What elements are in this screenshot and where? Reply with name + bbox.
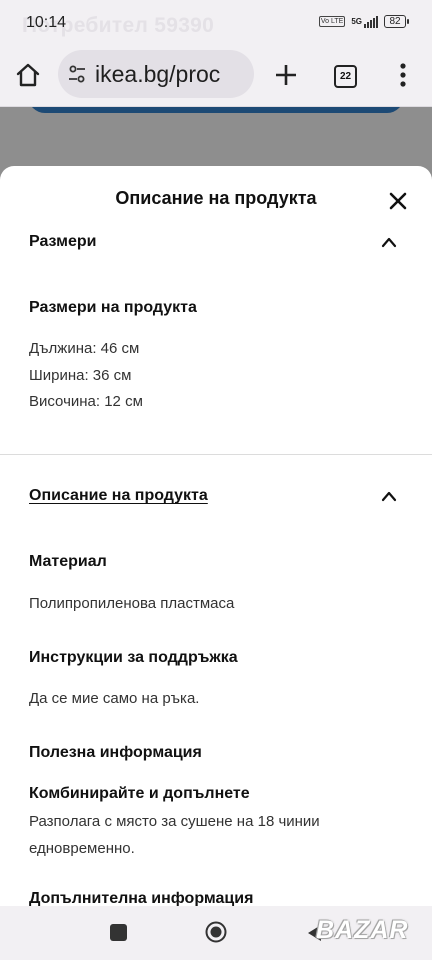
volte-icon: Vo LTE — [318, 16, 346, 27]
network-type: 5G — [351, 17, 362, 26]
status-icons: Vo LTE 5G 82 — [318, 15, 409, 28]
site-settings-icon[interactable] — [67, 64, 87, 84]
chevron-up-icon[interactable] — [381, 490, 397, 502]
url-text[interactable]: ikea.bg/proc — [95, 61, 220, 88]
new-tab-icon[interactable] — [271, 60, 301, 90]
material-heading: Материал — [29, 553, 107, 570]
combine-text-line2: едновременно. — [29, 840, 135, 857]
sheet-title: Описание на продукта — [115, 188, 317, 208]
care-heading: Инструкции за поддръжка — [29, 649, 238, 666]
bazar-watermark: BAZAR — [316, 916, 409, 944]
signal-icon — [364, 15, 378, 28]
accordion-description[interactable]: Описание на продукта — [0, 477, 432, 517]
section-divider — [0, 454, 432, 455]
status-bar: Потребител 59390 10:14 Vo LTE 5G 82 — [0, 0, 432, 44]
address-bar[interactable]: ikea.bg/proc — [58, 50, 254, 98]
accordion-dimensions-title: Размери — [29, 233, 97, 250]
additional-info-heading: Допълнителна информация — [29, 890, 254, 906]
battery-icon: 82 — [384, 15, 409, 28]
accordion-description-title: Описание на продукта — [29, 487, 208, 504]
height-text: Височина: 12 см — [29, 393, 143, 410]
browser-toolbar: ikea.bg/proc 22 — [0, 44, 432, 107]
combine-heading: Комбинирайте и допълнете — [29, 785, 250, 802]
more-vert-icon[interactable] — [393, 62, 413, 88]
combine-text-line1: Разполага с място за сушене на 18 чинии — [29, 813, 320, 830]
home-icon[interactable] — [15, 62, 41, 88]
useful-info-heading: Полезна информация — [29, 744, 202, 761]
product-dimensions-heading: Размери на продукта — [29, 299, 197, 316]
width-text: Ширина: 36 см — [29, 367, 132, 384]
system-nav-bar: BAZAR — [0, 906, 432, 960]
material-text: Полипропиленова пластмаса — [29, 595, 235, 612]
status-time: 10:14 — [26, 14, 67, 31]
tab-switcher-button[interactable]: 22 — [334, 65, 357, 88]
background-button — [28, 107, 404, 113]
close-icon[interactable] — [387, 190, 409, 212]
nav-home-icon[interactable] — [205, 921, 227, 943]
product-description-sheet: Описание на продукта Размери Размери на … — [0, 166, 432, 906]
recents-icon[interactable] — [110, 924, 127, 941]
care-text: Да се мие само на ръка. — [29, 690, 200, 707]
chevron-up-icon[interactable] — [381, 236, 397, 248]
accordion-dimensions[interactable]: Размери — [0, 223, 432, 263]
length-text: Дължина: 46 см — [29, 340, 140, 357]
